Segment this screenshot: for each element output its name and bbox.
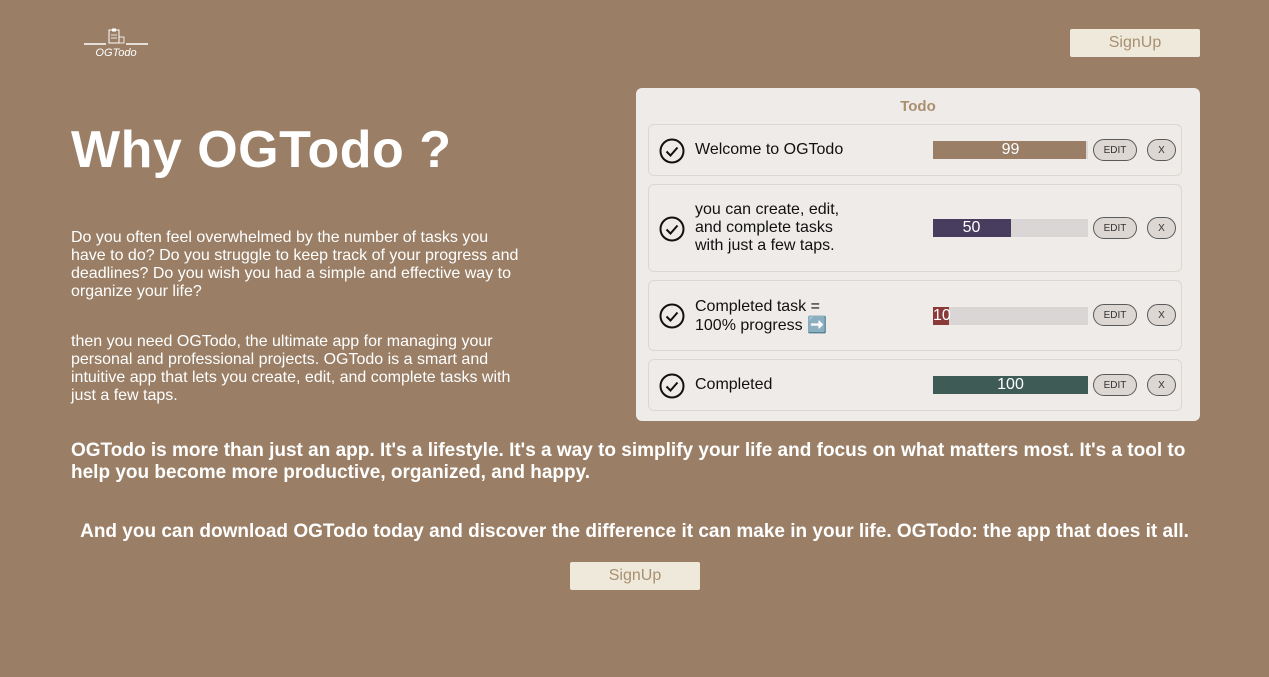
todo-item-text: Welcome to OGTodo (695, 141, 844, 158)
logo[interactable]: OGTodo (84, 28, 148, 60)
todo-item: Welcome to OGTodo 99 EDIT X (648, 124, 1182, 176)
delete-button[interactable]: X (1147, 139, 1176, 161)
progress-bar: 99 (933, 141, 1088, 159)
todo-item-text: Completed (695, 376, 773, 393)
todo-item: Completed 100 EDIT X (648, 359, 1182, 411)
progress-bar: 100 (933, 376, 1088, 394)
progress-label: 99 (1001, 141, 1020, 158)
check-circle-icon[interactable] (659, 216, 685, 242)
todo-item: Completed task = 100% progress ➡️ 10 EDI… (648, 280, 1182, 351)
delete-button[interactable]: X (1147, 374, 1176, 396)
edit-button[interactable]: EDIT (1093, 139, 1137, 161)
todo-item-text: you can create, edit, and complete tasks… (695, 201, 840, 254)
progress-label: 100 (997, 376, 1024, 393)
signup-button-footer[interactable]: SignUp (570, 562, 700, 590)
todo-item: you can create, edit, and complete tasks… (648, 184, 1182, 272)
lifestyle-text: OGTodo is more than just an app. It's a … (71, 440, 1186, 483)
progress-label: 50 (962, 219, 981, 236)
check-circle-icon[interactable] (659, 373, 685, 399)
check-circle-icon[interactable] (659, 303, 685, 329)
progress-label: 10 (933, 307, 951, 324)
signup-button-header[interactable]: SignUp (1070, 29, 1200, 57)
logo-text: OGTodo (95, 47, 137, 59)
edit-button[interactable]: EDIT (1093, 304, 1137, 326)
download-text: And you can download OGTodo today and di… (80, 521, 1189, 542)
clipboard-icon (84, 28, 148, 45)
check-circle-icon[interactable] (659, 138, 685, 164)
hero-paragraph-2: then you need OGTodo, the ultimate app f… (71, 333, 511, 404)
todo-title: Todo (900, 98, 936, 115)
edit-button[interactable]: EDIT (1093, 374, 1137, 396)
delete-button[interactable]: X (1147, 304, 1176, 326)
hero-title: Why OGTodo ? (71, 121, 452, 179)
hero-paragraph-1: Do you often feel overwhelmed by the num… (71, 229, 519, 300)
progress-bar: 50 (933, 219, 1088, 237)
delete-button[interactable]: X (1147, 217, 1176, 239)
progress-bar: 10 (933, 307, 1088, 325)
edit-button[interactable]: EDIT (1093, 217, 1137, 239)
todo-card: Todo Welcome to OGTodo 99 EDIT X you can… (636, 88, 1200, 421)
todo-item-text: Completed task = 100% progress ➡️ (695, 298, 827, 334)
